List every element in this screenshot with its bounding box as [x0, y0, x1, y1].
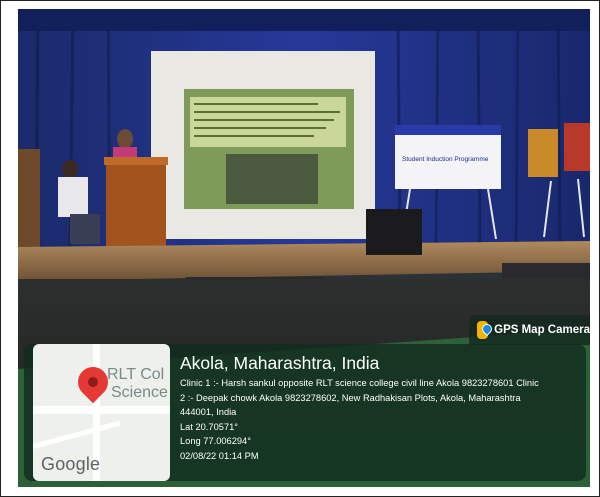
left-wing	[18, 149, 40, 254]
speaker-head	[117, 129, 133, 149]
app-name: GPS Map Camera	[494, 324, 590, 336]
address-line: 2 :- Deepak chowk Akola 9823278602, New …	[180, 392, 521, 403]
mini-map: RLT Col Science Google	[33, 344, 170, 481]
map-road	[33, 406, 170, 414]
location-info: Akola, Maharashtra, India Clinic 1 :- Ha…	[180, 352, 580, 463]
valance	[18, 9, 590, 31]
seated-person-legs	[70, 214, 100, 244]
screenshot-frame: Student Induction Programme GPS Map Came…	[0, 0, 600, 497]
gps-camera-icon	[477, 321, 489, 339]
portrait-frame-2	[564, 123, 590, 171]
google-logo: Google	[41, 454, 101, 474]
map-place-label: RLT Col	[107, 366, 165, 383]
address-line: 444001, India	[180, 407, 237, 417]
event-photo: Student Induction Programme GPS Map Came…	[18, 9, 590, 487]
gps-map-camera-badge: GPS Map Camera	[469, 315, 590, 345]
location-stamp: RLT Col Science Google Akola, Maharashtr…	[24, 344, 586, 481]
banner-title: Student Induction Programme	[402, 156, 489, 163]
stage-speaker-center	[366, 209, 422, 255]
banner-header	[395, 125, 501, 135]
podium	[106, 159, 166, 247]
latitude: Lat 20.70571°	[180, 421, 239, 432]
map-road	[33, 420, 121, 449]
seated-person-body	[58, 177, 88, 217]
seated-person-head	[62, 160, 78, 178]
longitude: Long 77.006294°	[180, 436, 251, 446]
datetime: 02/08/22 01:14 PM	[180, 450, 259, 461]
map-place-label: Science	[111, 384, 168, 401]
location-title: Akola, Maharashtra, India	[180, 353, 380, 373]
podium-top	[104, 157, 168, 165]
slide-photo	[226, 154, 318, 204]
address-line: Clinic 1 :- Harsh sankul opposite RLT sc…	[180, 378, 539, 388]
portrait-frame-1	[528, 129, 558, 177]
